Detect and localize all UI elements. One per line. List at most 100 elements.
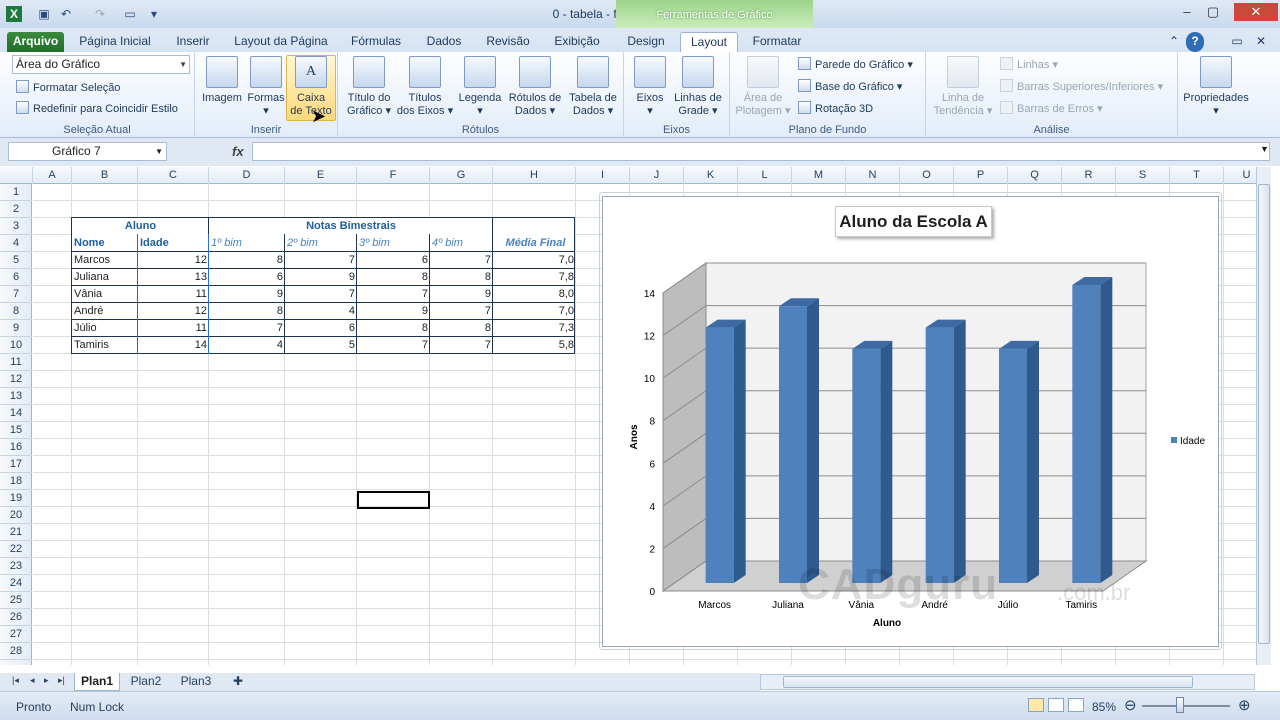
cell-bim4[interactable]: 7 — [430, 337, 493, 354]
cell-idade[interactable]: 12 — [138, 252, 209, 269]
cell-bim4[interactable]: 8 — [430, 320, 493, 337]
cell-idade[interactable]: 14 — [138, 337, 209, 354]
cell-bim2[interactable]: 9 — [285, 269, 357, 286]
cell-bim3[interactable]: 8 — [357, 269, 430, 286]
row-header-1[interactable]: 1 — [0, 184, 32, 201]
insert-function-icon[interactable]: fx — [232, 144, 244, 159]
row-header-22[interactable]: 22 — [0, 541, 32, 558]
cell-idade[interactable]: 12 — [138, 303, 209, 320]
cell-nome[interactable]: Tamiris — [72, 337, 138, 354]
insert-shapes-button[interactable]: Formas ▾ — [244, 56, 288, 118]
cell-media[interactable]: 8,0 — [493, 286, 576, 303]
lines-button[interactable]: Linhas ▾ — [1000, 56, 1058, 74]
column-header-h[interactable]: H — [493, 167, 576, 184]
horizontal-scroll-thumb[interactable] — [783, 676, 1193, 688]
cell-bim3[interactable]: 7 — [357, 286, 430, 303]
cell-bim1[interactable]: 6 — [209, 269, 285, 286]
format-selection-button[interactable]: Formatar Seleção — [16, 79, 120, 97]
cell-nome[interactable]: André — [72, 303, 138, 320]
cell-bim3[interactable]: 8 — [357, 320, 430, 337]
restore-workbook-icon[interactable]: ▭ — [1228, 32, 1246, 52]
row-header-6[interactable]: 6 — [0, 269, 32, 286]
zoom-in-icon[interactable]: ⊕ — [1238, 696, 1251, 714]
row-header-21[interactable]: 21 — [0, 524, 32, 541]
cell-bim1[interactable]: 9 — [209, 286, 285, 303]
tab-inserir[interactable]: Inserir — [166, 32, 220, 52]
column-header-f[interactable]: F — [357, 167, 430, 184]
close-workbook-icon[interactable]: ✕ — [1252, 32, 1270, 52]
row-header-23[interactable]: 23 — [0, 558, 32, 575]
column-header-b[interactable]: B — [72, 167, 138, 184]
col-header-idade[interactable]: Idade — [138, 235, 209, 252]
cell-idade[interactable]: 11 — [138, 320, 209, 337]
data-table-button[interactable]: Tabela de Dados ▾ — [565, 56, 621, 118]
ribbon-minimize-icon[interactable]: ⌃ — [1166, 32, 1182, 52]
select-all-corner[interactable] — [0, 167, 33, 184]
sheet-tab-plan2[interactable]: Plan2 — [124, 673, 168, 691]
cell-bim2[interactable]: 5 — [285, 337, 357, 354]
updown-bars-button[interactable]: Barras Superiores/Inferiores ▾ — [1000, 78, 1163, 96]
help-icon[interactable]: ? — [1186, 32, 1204, 52]
row-header-20[interactable]: 20 — [0, 507, 32, 524]
error-bars-button[interactable]: Barras de Erros ▾ — [1000, 100, 1103, 118]
row-header-13[interactable]: 13 — [0, 388, 32, 405]
tab-formatar[interactable]: Formatar — [746, 32, 808, 52]
row-header-16[interactable]: 16 — [0, 439, 32, 456]
row-header-15[interactable]: 15 — [0, 422, 32, 439]
cell-bim3[interactable]: 9 — [357, 303, 430, 320]
row-header-24[interactable]: 24 — [0, 575, 32, 592]
cell-bim4[interactable]: 7 — [430, 252, 493, 269]
cell-bim2[interactable]: 7 — [285, 252, 357, 269]
insert-picture-button[interactable]: Imagem — [200, 56, 244, 105]
expand-formula-icon[interactable]: ▼ — [1260, 144, 1269, 154]
axis-titles-button[interactable]: Títulos dos Eixos ▾ — [396, 56, 454, 118]
plot-area-button[interactable]: Área de Plotagem ▾ — [734, 56, 792, 118]
row-header-17[interactable]: 17 — [0, 456, 32, 473]
row-header-11[interactable]: 11 — [0, 354, 32, 371]
cell-bim2[interactable]: 6 — [285, 320, 357, 337]
table-header-aluno[interactable]: Aluno — [72, 218, 209, 235]
col-header-media[interactable]: Média Final — [493, 235, 576, 252]
column-header-i[interactable]: I — [576, 167, 630, 184]
cell-nome[interactable]: Vânia — [72, 286, 138, 303]
cell-media[interactable]: 7,0 — [493, 303, 576, 320]
row-header-19[interactable]: 19 — [0, 490, 32, 507]
tab-exibicao[interactable]: Exibição — [546, 32, 608, 52]
horizontal-scrollbar[interactable] — [760, 674, 1255, 690]
row-header-3[interactable]: 3 — [0, 218, 32, 235]
col-header-bim-2[interactable]: 2º bim — [285, 235, 357, 252]
zoom-level[interactable]: 85% — [1092, 700, 1116, 714]
insert-sheet-icon[interactable]: ✚ — [226, 673, 250, 691]
col-header-bim-4[interactable]: 4º bim — [430, 235, 493, 252]
chart-title[interactable]: Aluno da Escola A — [835, 206, 992, 237]
page-break-view-icon[interactable] — [1068, 698, 1084, 712]
cell-bim1[interactable]: 8 — [209, 252, 285, 269]
tab-arquivo[interactable]: Arquivo — [7, 32, 64, 52]
column-header-n[interactable]: N — [846, 167, 900, 184]
row-header-7[interactable]: 7 — [0, 286, 32, 303]
sheet-tab-plan1[interactable]: Plan1 — [74, 673, 120, 691]
name-box[interactable]: Gráfico 7 ▼ — [8, 142, 167, 161]
cell-bim3[interactable]: 6 — [357, 252, 430, 269]
column-header-o[interactable]: O — [900, 167, 954, 184]
cell-media[interactable]: 7,0 — [493, 252, 576, 269]
row-header-26[interactable]: 26 — [0, 609, 32, 626]
column-header-e[interactable]: E — [285, 167, 357, 184]
column-header-s[interactable]: S — [1116, 167, 1170, 184]
cell-idade[interactable]: 11 — [138, 286, 209, 303]
next-sheet-icon[interactable]: ▸ — [44, 675, 49, 686]
cell-bim2[interactable]: 7 — [285, 286, 357, 303]
minimize-icon[interactable]: – — [1174, 3, 1200, 21]
chart-wall-button[interactable]: Parede do Gráfico ▾ — [798, 56, 913, 74]
zoom-slider-track[interactable] — [1142, 705, 1230, 707]
chart-floor-button[interactable]: Base do Gráfico ▾ — [798, 78, 902, 96]
tab-layout-pagina[interactable]: Layout da Página — [228, 32, 334, 52]
column-header-a[interactable]: A — [33, 167, 72, 184]
column-header-c[interactable]: C — [138, 167, 209, 184]
close-icon[interactable]: ✕ — [1234, 3, 1278, 21]
row-header-8[interactable]: 8 — [0, 303, 32, 320]
column-header-q[interactable]: Q — [1008, 167, 1062, 184]
table-header-notas[interactable]: Notas Bimestrais — [209, 218, 493, 235]
row-header-2[interactable]: 2 — [0, 201, 32, 218]
legend-button[interactable]: Legenda ▾ — [456, 56, 504, 118]
